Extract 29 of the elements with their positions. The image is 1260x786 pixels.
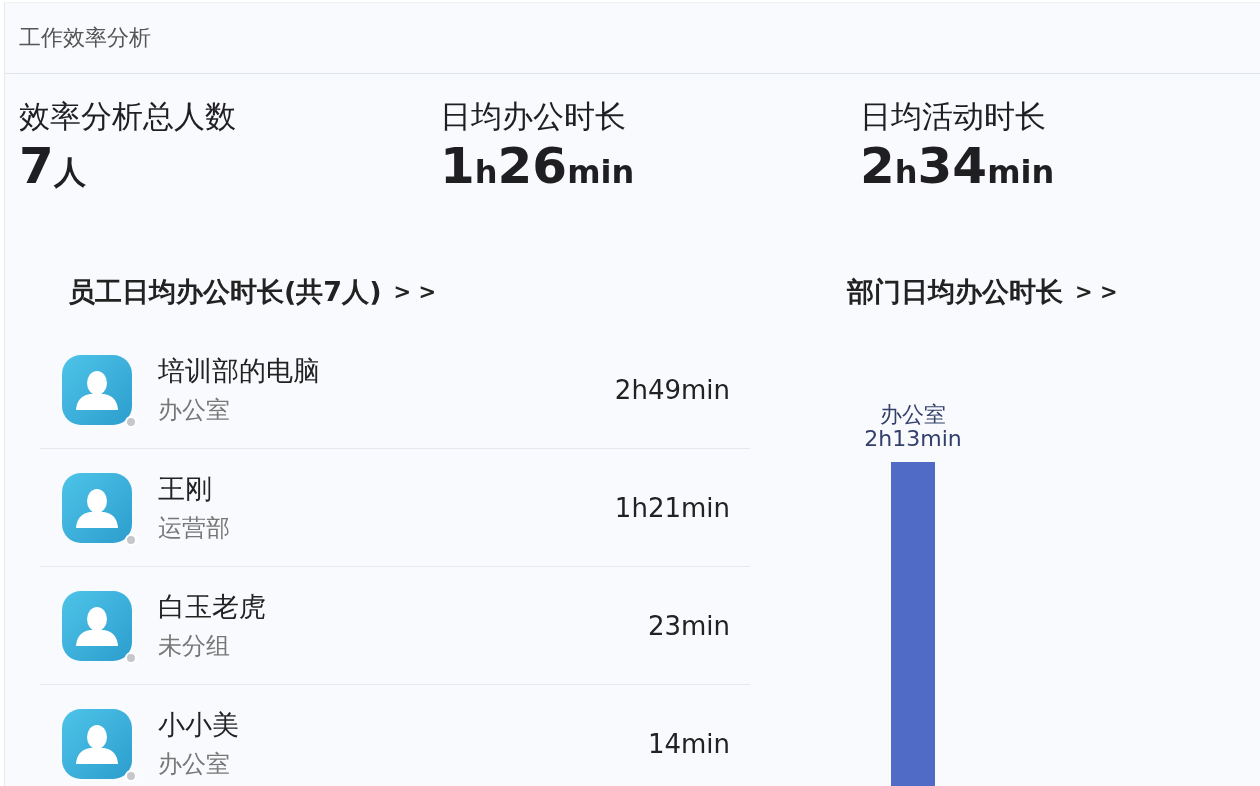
department-name: 运营部 [158,512,230,543]
department-name: 办公室 [158,748,231,779]
avatar-icon [62,590,132,661]
section-title: 部门日均办公时长 [847,275,1063,309]
stat-value: 2h34min [860,136,1056,196]
stat-value: 1h26min [440,136,636,196]
department-name: 办公室 [158,394,231,425]
section-title: 员工日均办公时长(共7人) [68,276,382,309]
panel-title: 工作效率分析 [19,24,151,52]
employee-name: 培训部的电脑 [158,354,320,387]
value-label: 2h13min [864,426,962,451]
category-label: 办公室 [880,402,946,427]
employee-name: 白玉老虎 [158,590,266,623]
duration-text: 14min [647,728,730,759]
employee-name: 小小美 [158,708,239,741]
employee-name: 王刚 [158,472,213,505]
avatar-icon [62,708,132,779]
avatar-icon [62,472,132,543]
avatar-icon [62,354,132,425]
duration-text: 1h21min [614,492,730,523]
duration-text: 23min [647,610,730,641]
more-link[interactable]: > > [393,280,436,304]
stat-label: 效率分析总人数 [19,97,237,136]
more-link[interactable]: > > [1075,280,1118,304]
department-name: 未分组 [158,630,231,661]
stat-label: 日均办公时长 [440,97,627,136]
stat-value: 7人 [19,136,87,196]
stat-label: 日均活动时长 [860,97,1047,136]
duration-text: 2h49min [614,374,730,405]
